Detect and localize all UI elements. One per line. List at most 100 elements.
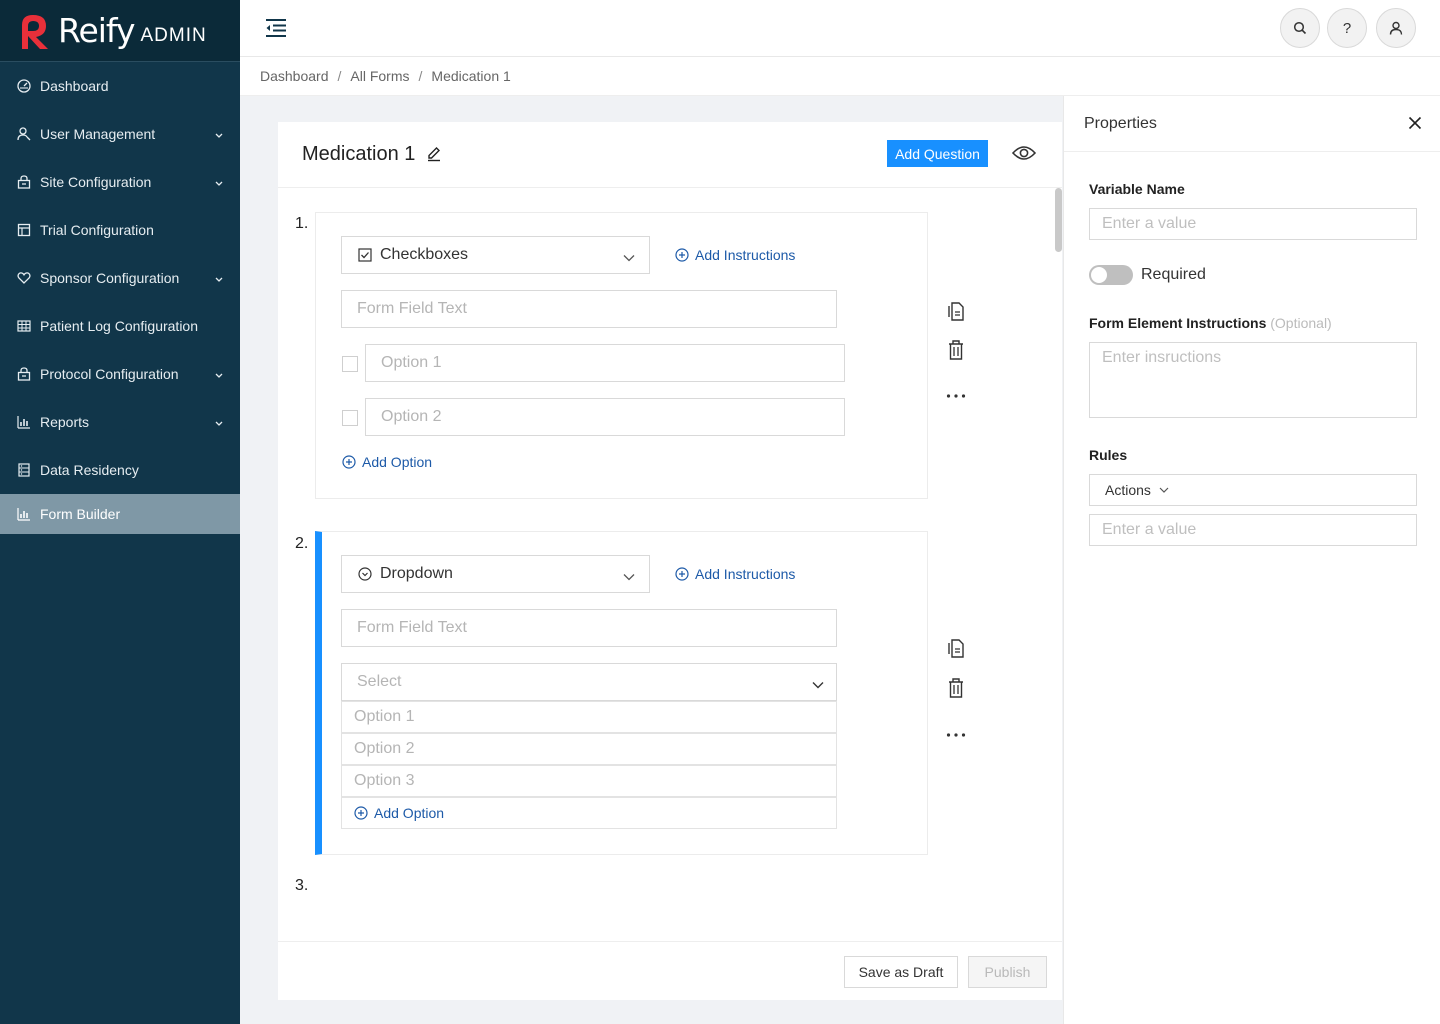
breadcrumb-item-dashboard[interactable]: Dashboard bbox=[260, 68, 329, 84]
scrollbar-thumb[interactable] bbox=[1055, 188, 1062, 252]
preview-eye-icon[interactable] bbox=[1011, 144, 1037, 167]
layout-icon bbox=[16, 222, 32, 238]
sidebar: Reify ADMIN Dashboard User Management Si… bbox=[0, 0, 240, 1024]
instructions-textarea[interactable]: Enter insructions bbox=[1089, 342, 1417, 418]
sidebar-item-label: Patient Log Configuration bbox=[40, 318, 198, 334]
breadcrumb-item-current: Medication 1 bbox=[431, 68, 511, 84]
chevron-down-icon bbox=[214, 128, 224, 144]
chevron-down-icon bbox=[1159, 486, 1169, 494]
dropdown-option[interactable]: Option 3 bbox=[341, 765, 837, 797]
chevron-down-icon bbox=[623, 569, 635, 587]
form-field-text-input[interactable]: Form Field Text bbox=[341, 290, 837, 328]
form-title: Medication 1 bbox=[302, 143, 416, 165]
form-header: Medication 1 Add Question bbox=[278, 122, 1062, 188]
account-button[interactable] bbox=[1376, 8, 1416, 48]
search-button[interactable] bbox=[1280, 8, 1320, 48]
question-number: 1. bbox=[295, 215, 309, 232]
rules-label: Rules bbox=[1089, 447, 1128, 463]
question-type-select[interactable]: Dropdown bbox=[341, 555, 650, 593]
plus-circle-icon bbox=[675, 567, 689, 581]
variable-name-input[interactable]: Enter a value bbox=[1089, 208, 1417, 240]
sidebar-item-data-residency[interactable]: Data Residency bbox=[0, 446, 240, 494]
option-input[interactable]: Option 1 bbox=[365, 344, 845, 382]
delete-trash-icon[interactable] bbox=[947, 677, 965, 704]
user-icon bbox=[16, 126, 32, 142]
sidebar-item-label: Trial Configuration bbox=[40, 222, 154, 238]
sidebar-item-sponsor-configuration[interactable]: Sponsor Configuration bbox=[0, 254, 240, 302]
add-option-label: Add Option bbox=[374, 805, 445, 821]
question-type-select[interactable]: Checkboxes bbox=[341, 236, 650, 274]
sidebar-item-reports[interactable]: Reports bbox=[0, 398, 240, 446]
plus-circle-icon bbox=[354, 806, 368, 820]
chevron-down-icon bbox=[623, 250, 635, 268]
bar-chart-icon bbox=[16, 414, 32, 430]
option-checkbox[interactable] bbox=[342, 410, 358, 426]
option-input[interactable]: Option 2 bbox=[365, 398, 845, 436]
publish-button[interactable]: Publish bbox=[968, 956, 1047, 988]
sidebar-item-user-management[interactable]: User Management bbox=[0, 110, 240, 158]
optional-hint: (Optional) bbox=[1270, 315, 1332, 331]
instructions-label: Form Element Instructions (Optional) bbox=[1089, 315, 1332, 331]
form-field-text-input[interactable]: Form Field Text bbox=[341, 609, 837, 647]
menu-fold-icon[interactable] bbox=[264, 16, 288, 40]
add-option-label: Add Option bbox=[362, 454, 433, 470]
variable-name-label: Variable Name bbox=[1089, 181, 1185, 197]
lock-icon bbox=[16, 174, 32, 190]
delete-trash-icon[interactable] bbox=[947, 339, 965, 366]
save-as-draft-button[interactable]: Save as Draft bbox=[844, 956, 958, 988]
sidebar-item-label: Protocol Configuration bbox=[40, 366, 179, 382]
sidebar-item-dashboard[interactable]: Dashboard bbox=[0, 62, 240, 110]
form-builder-card: Medication 1 Add Question 1. Checkboxes … bbox=[278, 122, 1062, 1000]
question-type-label: Dropdown bbox=[380, 565, 453, 582]
add-instructions-label: Add Instructions bbox=[695, 566, 796, 582]
question-type-label: Checkboxes bbox=[380, 246, 469, 263]
sidebar-item-trial-configuration[interactable]: Trial Configuration bbox=[0, 206, 240, 254]
chevron-down-icon bbox=[214, 416, 224, 432]
add-question-button[interactable]: Add Question bbox=[887, 140, 988, 167]
dashboard-icon bbox=[16, 78, 32, 94]
sidebar-item-form-builder[interactable]: Form Builder bbox=[0, 494, 240, 534]
properties-title: Properties bbox=[1084, 115, 1157, 132]
dropdown-option[interactable]: Option 1 bbox=[341, 701, 837, 733]
sidebar-item-site-configuration[interactable]: Site Configuration bbox=[0, 158, 240, 206]
search-icon bbox=[1293, 21, 1307, 35]
actions-select[interactable]: Actions bbox=[1089, 474, 1417, 506]
sidebar-item-label: Site Configuration bbox=[40, 174, 152, 190]
breadcrumb-item-all-forms[interactable]: All Forms bbox=[350, 68, 409, 84]
plus-circle-icon bbox=[342, 455, 356, 469]
brand-logo[interactable]: Reify ADMIN bbox=[0, 0, 240, 62]
dropdown-select-preview[interactable]: Select bbox=[341, 663, 837, 701]
sidebar-item-protocol-configuration[interactable]: Protocol Configuration bbox=[0, 350, 240, 398]
properties-panel: Properties Variable Name Enter a value R… bbox=[1063, 96, 1440, 1024]
bar-chart-icon bbox=[16, 506, 32, 522]
rule-value-input[interactable]: Enter a value bbox=[1089, 514, 1417, 546]
sidebar-item-label: Dashboard bbox=[40, 78, 109, 94]
option-checkbox[interactable] bbox=[342, 356, 358, 372]
dropdown-option[interactable]: Option 2 bbox=[341, 733, 837, 765]
sidebar-item-label: User Management bbox=[40, 126, 156, 142]
form-footer: Save as Draft Publish bbox=[278, 941, 1062, 1000]
question-card-1[interactable]: Checkboxes Add Instructions Form Field T… bbox=[315, 212, 928, 499]
duplicate-icon[interactable] bbox=[946, 637, 966, 664]
add-instructions-link[interactable]: Add Instructions bbox=[675, 566, 795, 582]
breadcrumb-separator: / bbox=[418, 68, 423, 84]
duplicate-icon[interactable] bbox=[946, 300, 966, 327]
help-button[interactable]: ? bbox=[1327, 8, 1367, 48]
checkbox-checked-icon bbox=[358, 248, 372, 262]
sidebar-item-patient-log-configuration[interactable]: Patient Log Configuration bbox=[0, 302, 240, 350]
edit-pencil-icon[interactable] bbox=[426, 146, 442, 167]
breadcrumb: Dashboard / All Forms / Medication 1 bbox=[240, 57, 1440, 96]
add-option-row[interactable]: Add Option bbox=[341, 797, 837, 829]
required-toggle[interactable] bbox=[1089, 265, 1133, 285]
add-instructions-link[interactable]: Add Instructions bbox=[675, 247, 795, 263]
add-option-link[interactable]: Add Option bbox=[342, 454, 432, 470]
more-options-icon[interactable] bbox=[946, 725, 966, 743]
chevron-down-icon bbox=[214, 272, 224, 288]
add-option-link[interactable]: Add Option bbox=[354, 805, 444, 821]
table-icon bbox=[16, 318, 32, 334]
close-icon[interactable] bbox=[1408, 116, 1422, 135]
more-options-icon[interactable] bbox=[946, 386, 966, 404]
properties-header: Properties bbox=[1064, 96, 1440, 152]
sidebar-item-label: Data Residency bbox=[40, 462, 139, 478]
plus-circle-icon bbox=[675, 248, 689, 262]
